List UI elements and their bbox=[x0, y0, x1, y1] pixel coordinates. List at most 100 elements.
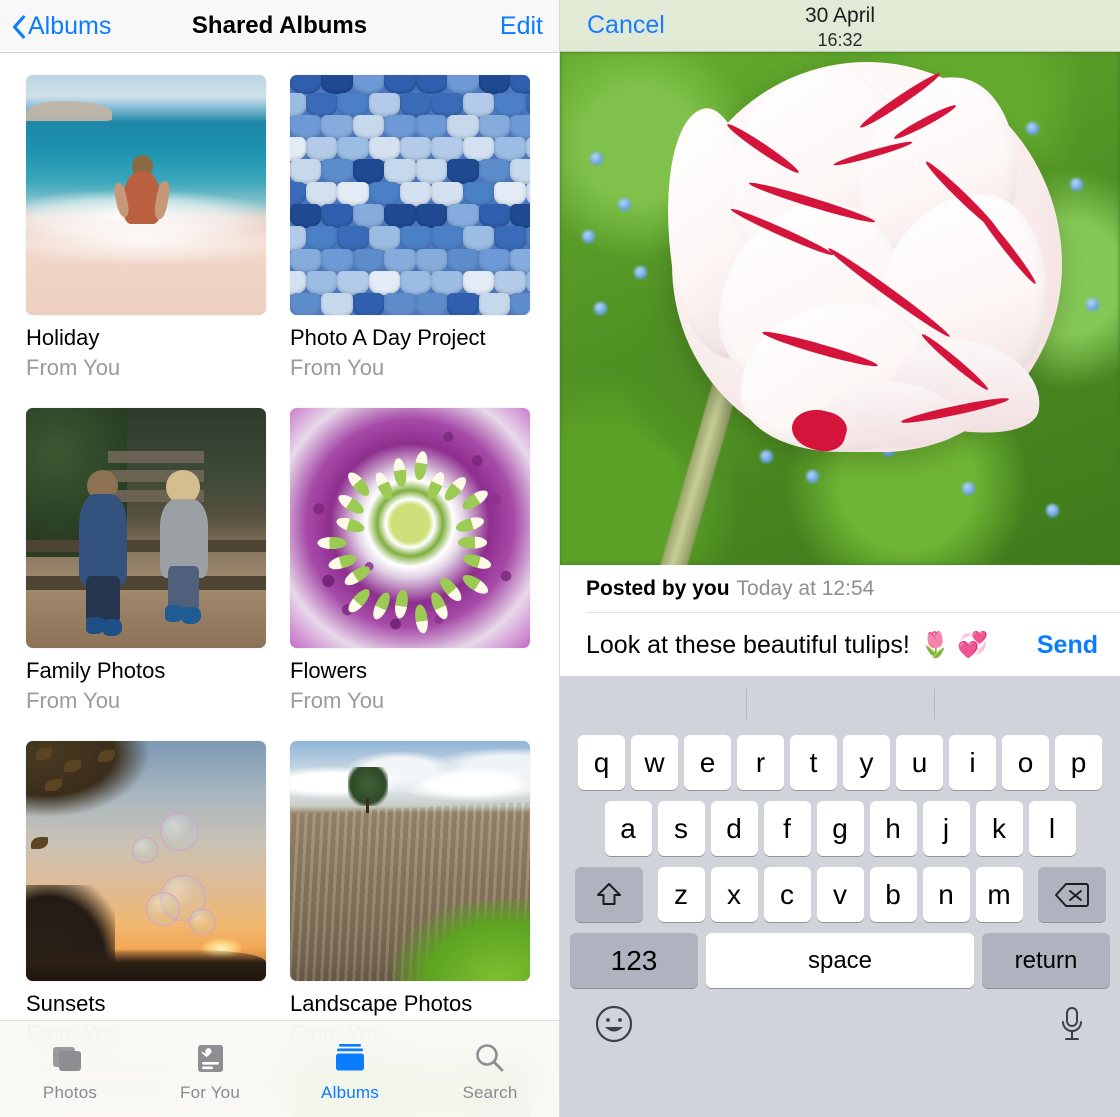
backspace-key[interactable] bbox=[1037, 867, 1106, 922]
keyboard-row-4: 123 space return bbox=[560, 933, 1120, 988]
album-title: Holiday bbox=[26, 325, 100, 350]
space-key[interactable]: space bbox=[706, 933, 974, 988]
keyboard-row-2: asdfghjkl bbox=[560, 801, 1120, 856]
posted-by-label: Posted by you bbox=[586, 576, 730, 600]
tab-for-you[interactable]: For You bbox=[140, 1021, 280, 1117]
album-subtitle: From You bbox=[26, 687, 121, 713]
tab-bar: Photos For You Albums Search bbox=[0, 1020, 559, 1117]
key-c[interactable]: c bbox=[763, 867, 811, 922]
share-composer-pane: Cancel 30 April 16:32 Posted by you Toda… bbox=[560, 0, 1120, 1117]
album-cell-sunsets[interactable]: Sunsets From You bbox=[26, 740, 266, 1047]
photos-icon bbox=[50, 1040, 90, 1076]
shared-albums-pane: Albums Shared Albums Edit Holiday From Y… bbox=[0, 0, 560, 1117]
key-o[interactable]: o bbox=[1002, 735, 1049, 790]
tab-label: For You bbox=[179, 1082, 240, 1102]
caption-text: Look at these beautiful tulips! bbox=[586, 630, 910, 659]
keyboard-row-1: qwertyuiop bbox=[560, 735, 1120, 790]
posted-by-row: Posted by you Today at 12:54 bbox=[560, 565, 1120, 612]
key-x[interactable]: x bbox=[710, 867, 758, 922]
key-q[interactable]: q bbox=[578, 735, 625, 790]
backspace-delete-icon bbox=[1054, 882, 1089, 907]
on-screen-keyboard: qwertyuiop asdfghjkl zxcvbnm 123 space r… bbox=[560, 676, 1120, 1117]
album-subtitle: From You bbox=[290, 687, 385, 713]
tab-photos[interactable]: Photos bbox=[0, 1021, 140, 1117]
key-v[interactable]: v bbox=[816, 867, 864, 922]
microphone-icon[interactable] bbox=[1058, 1004, 1086, 1049]
album-thumbnail[interactable] bbox=[290, 407, 530, 648]
albums-scroll-area[interactable]: Holiday From You Photo A Day Project Fro… bbox=[0, 53, 559, 1117]
key-g[interactable]: g bbox=[816, 801, 864, 856]
tab-label: Albums bbox=[321, 1082, 379, 1102]
album-cell-holiday[interactable]: Holiday From You bbox=[26, 75, 266, 381]
smiley-face-icon[interactable] bbox=[594, 1004, 634, 1049]
caption-input[interactable]: Look at these beautiful tulips! 🌷💞 bbox=[586, 631, 1023, 660]
composer-navigation-bar: Cancel 30 April 16:32 bbox=[560, 0, 1120, 52]
key-u[interactable]: u bbox=[896, 735, 943, 790]
album-thumbnail[interactable] bbox=[26, 75, 266, 315]
keyboard-row-3: zxcvbnm bbox=[560, 867, 1120, 922]
key-z[interactable]: z bbox=[657, 867, 705, 922]
tab-albums[interactable]: Albums bbox=[280, 1021, 420, 1117]
predictive-text-bar[interactable] bbox=[560, 676, 1120, 733]
back-button-label: Albums bbox=[28, 11, 112, 40]
photo-time: 16:32 bbox=[817, 29, 863, 50]
key-l[interactable]: l bbox=[1028, 801, 1076, 856]
caption-row: Look at these beautiful tulips! 🌷💞 Send bbox=[560, 613, 1120, 677]
key-j[interactable]: j bbox=[922, 801, 970, 856]
album-cell-family-photos[interactable]: Family Photos From You bbox=[26, 407, 266, 714]
send-button[interactable]: Send bbox=[1023, 631, 1098, 660]
tab-label: Photos bbox=[42, 1082, 98, 1102]
album-title: Flowers bbox=[290, 657, 368, 683]
posted-timestamp: Today at 12:54 bbox=[736, 576, 875, 600]
album-thumbnail[interactable] bbox=[26, 407, 266, 648]
album-subtitle: From You bbox=[26, 354, 121, 380]
search-icon bbox=[470, 1040, 510, 1076]
key-d[interactable]: d bbox=[710, 801, 758, 856]
album-title: Landscape Photos bbox=[290, 990, 473, 1016]
album-title: Sunsets bbox=[26, 990, 106, 1016]
edit-button[interactable]: Edit bbox=[500, 12, 543, 41]
album-cell-landscape-photos[interactable]: Landscape Photos From You bbox=[290, 740, 530, 1047]
key-s[interactable]: s bbox=[657, 801, 705, 856]
album-cell-flowers[interactable]: Flowers From You bbox=[290, 407, 530, 714]
key-k[interactable]: k bbox=[975, 801, 1023, 856]
album-thumbnail[interactable] bbox=[290, 740, 530, 981]
album-title: Family Photos bbox=[26, 657, 166, 683]
key-t[interactable]: t bbox=[790, 735, 837, 790]
key-p[interactable]: p bbox=[1055, 735, 1102, 790]
navigation-bar: Albums Shared Albums Edit bbox=[0, 0, 559, 53]
app-screen: Albums Shared Albums Edit Holiday From Y… bbox=[0, 0, 1120, 1117]
key-b[interactable]: b bbox=[869, 867, 917, 922]
tab-label: Search bbox=[462, 1082, 518, 1102]
photo-date: 30 April bbox=[804, 4, 876, 27]
album-cell-photo-a-day-project[interactable]: Photo A Day Project From You bbox=[290, 75, 530, 381]
tab-search[interactable]: Search bbox=[420, 1021, 559, 1117]
key-f[interactable]: f bbox=[763, 801, 811, 856]
chevron-left-icon bbox=[12, 15, 25, 39]
key-i[interactable]: i bbox=[949, 735, 996, 790]
key-y[interactable]: y bbox=[843, 735, 890, 790]
album-title: Photo A Day Project bbox=[290, 325, 486, 350]
keyboard-bottom-bar bbox=[560, 988, 1120, 1065]
shift-arrow-icon bbox=[596, 882, 621, 905]
key-h[interactable]: h bbox=[869, 801, 917, 856]
key-a[interactable]: a bbox=[604, 801, 652, 856]
numbers-key[interactable]: 123 bbox=[570, 933, 698, 988]
back-to-albums-button[interactable]: Albums bbox=[0, 12, 111, 41]
key-n[interactable]: n bbox=[922, 867, 970, 922]
album-thumbnail[interactable] bbox=[290, 75, 530, 315]
key-e[interactable]: e bbox=[684, 735, 731, 790]
key-w[interactable]: w bbox=[631, 735, 678, 790]
photo-datetime: 30 April 16:32 bbox=[560, 3, 1120, 51]
for-you-icon bbox=[190, 1040, 230, 1076]
key-r[interactable]: r bbox=[737, 735, 784, 790]
album-subtitle: From You bbox=[290, 354, 385, 380]
albums-icon bbox=[330, 1040, 370, 1076]
tulip-photo[interactable] bbox=[560, 52, 1120, 565]
album-grid: Holiday From You Photo A Day Project Fro… bbox=[0, 53, 559, 1117]
key-m[interactable]: m bbox=[975, 867, 1023, 922]
return-key[interactable]: return bbox=[982, 933, 1110, 988]
caption-emoji: 🌷💞 bbox=[919, 630, 995, 659]
shift-key[interactable] bbox=[574, 867, 643, 922]
album-thumbnail[interactable] bbox=[26, 740, 266, 981]
